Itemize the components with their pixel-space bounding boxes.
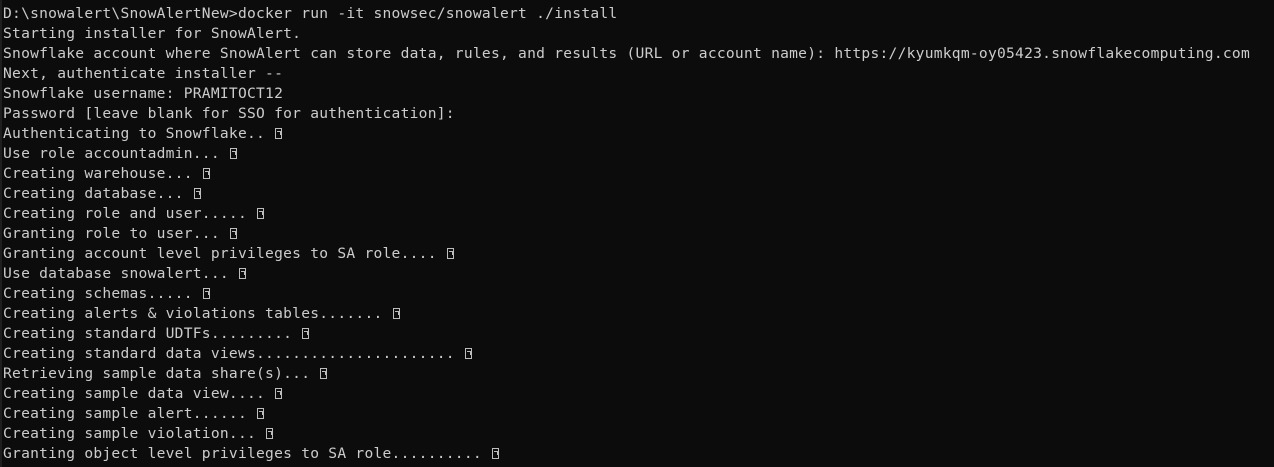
- terminal-line: Retrieving sample data share(s)...: [3, 364, 1274, 384]
- checkmark-icon: [302, 328, 310, 339]
- terminal-line-text: Creating alerts & violations tables.....…: [3, 305, 392, 322]
- checkmark-icon: [446, 248, 454, 259]
- terminal-line-text: Creating schemas.....: [3, 285, 202, 302]
- terminal-line-text: Granting role to user...: [3, 225, 229, 242]
- checkmark-icon: [229, 228, 237, 239]
- terminal-line: D:\snowalert\SnowAlertNew>docker run -it…: [3, 4, 1274, 24]
- terminal-line: Use role accountadmin...: [3, 144, 1274, 164]
- checkmark-icon: [257, 408, 265, 419]
- terminal-line-text: D:\snowalert\SnowAlertNew>docker run -it…: [3, 5, 618, 22]
- checkmark-icon: [238, 268, 246, 279]
- terminal-line: Authenticating to Snowflake..: [3, 124, 1274, 144]
- terminal-line-text: Granting account level privileges to SA …: [3, 245, 446, 262]
- checkmark-icon: [320, 368, 328, 379]
- terminal-line: Creating role and user.....: [3, 204, 1274, 224]
- terminal-line: Creating sample violation...: [3, 424, 1274, 444]
- checkmark-icon: [464, 348, 472, 359]
- checkmark-icon: [257, 208, 265, 219]
- terminal-line: Creating alerts & violations tables.....…: [3, 304, 1274, 324]
- terminal-line-text: Starting installer for SnowAlert.: [3, 25, 302, 42]
- terminal-line: Snowflake account where SnowAlert can st…: [3, 44, 1274, 64]
- terminal-line: Starting installer for SnowAlert.: [3, 24, 1274, 44]
- terminal-line: Creating sample data view....: [3, 384, 1274, 404]
- terminal-line-text: Authenticating to Snowflake..: [3, 125, 275, 142]
- terminal-line: Creating schemas.....: [3, 284, 1274, 304]
- terminal-line: Creating database...: [3, 184, 1274, 204]
- checkmark-icon: [229, 148, 237, 159]
- checkmark-icon: [275, 128, 283, 139]
- terminal-line: Creating warehouse...: [3, 164, 1274, 184]
- checkmark-icon: [491, 448, 499, 459]
- terminal-window[interactable]: D:\snowalert\SnowAlertNew>docker run -it…: [0, 0, 1274, 467]
- terminal-line: Password [leave blank for SSO for authen…: [3, 104, 1274, 124]
- terminal-line-text: Creating standard data views............…: [3, 345, 464, 362]
- checkmark-icon: [392, 308, 400, 319]
- terminal-line-text: Retrieving sample data share(s)...: [3, 365, 320, 382]
- terminal-line-text: Creating sample data view....: [3, 385, 275, 402]
- terminal-output: D:\snowalert\SnowAlertNew>docker run -it…: [3, 4, 1274, 464]
- terminal-line: Snowflake username: PRAMITOCT12: [3, 84, 1274, 104]
- terminal-line: Granting object level privileges to SA r…: [3, 444, 1274, 464]
- terminal-line-text: Granting object level privileges to SA r…: [3, 445, 491, 462]
- terminal-line-text: Creating database...: [3, 185, 193, 202]
- terminal-line: Granting account level privileges to SA …: [3, 244, 1274, 264]
- terminal-line-text: Next, authenticate installer --: [3, 65, 284, 82]
- terminal-line: Creating standard data views............…: [3, 344, 1274, 364]
- terminal-line: Creating standard UDTFs.........: [3, 324, 1274, 344]
- checkmark-icon: [202, 288, 210, 299]
- terminal-line-text: Use role accountadmin...: [3, 145, 229, 162]
- terminal-line-text: Creating sample alert......: [3, 405, 257, 422]
- terminal-line-text: Password [leave blank for SSO for authen…: [3, 105, 455, 122]
- checkmark-icon: [266, 428, 274, 439]
- checkmark-icon: [193, 188, 201, 199]
- terminal-line: Granting role to user...: [3, 224, 1274, 244]
- terminal-line-text: Snowflake account where SnowAlert can st…: [3, 45, 1250, 62]
- terminal-line: Use database snowalert...: [3, 264, 1274, 284]
- terminal-line-text: Snowflake username: PRAMITOCT12: [3, 85, 284, 102]
- terminal-line: Creating sample alert......: [3, 404, 1274, 424]
- terminal-line-text: Creating standard UDTFs.........: [3, 325, 302, 342]
- checkmark-icon: [275, 388, 283, 399]
- terminal-line: Next, authenticate installer --: [3, 64, 1274, 84]
- window-left-edge: [0, 0, 2, 467]
- terminal-line-text: Use database snowalert...: [3, 265, 238, 282]
- terminal-line-text: Creating warehouse...: [3, 165, 202, 182]
- terminal-line-text: Creating sample violation...: [3, 425, 266, 442]
- terminal-line-text: Creating role and user.....: [3, 205, 257, 222]
- checkmark-icon: [202, 168, 210, 179]
